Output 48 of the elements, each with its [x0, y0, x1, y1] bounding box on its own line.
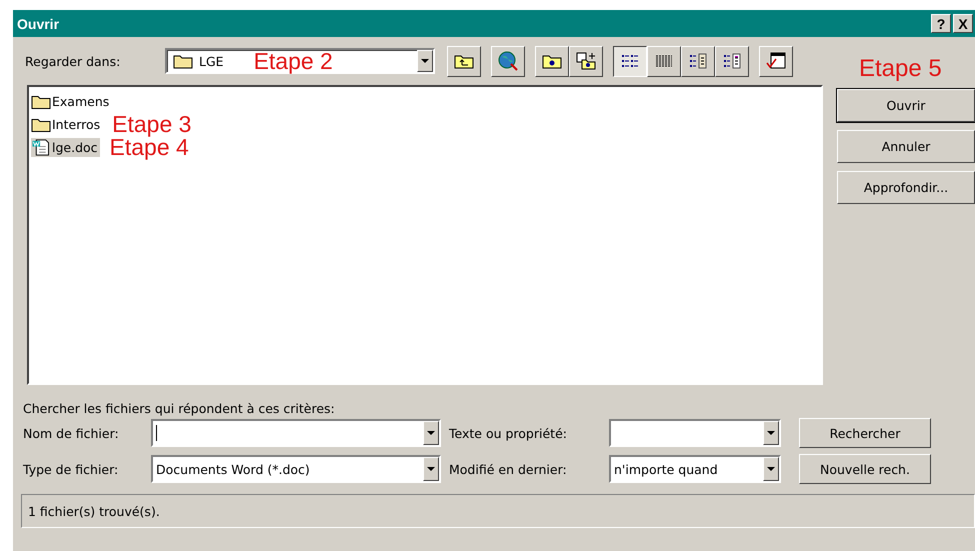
dialog-button[interactable]: Annuler — [837, 130, 975, 163]
new-folder-button[interactable] — [535, 46, 569, 76]
folder-icon — [31, 93, 51, 110]
view-button[interactable] — [613, 46, 647, 76]
view-icon — [620, 53, 640, 69]
field-label: Texte ou propriété: — [449, 426, 568, 440]
file-item[interactable]: Interros — [31, 115, 102, 134]
add-folder-icon — [576, 52, 596, 70]
field-label: Modifié en dernier: — [449, 462, 568, 476]
file-item[interactable]: lge.doc — [31, 138, 100, 157]
up-folder-button[interactable] — [447, 46, 481, 76]
folder-icon — [31, 116, 51, 133]
criteria-dropdown[interactable] — [151, 419, 441, 447]
window-title: Ouvrir — [17, 16, 60, 32]
web-search-button[interactable] — [491, 46, 525, 76]
search-heading: Chercher les fichiers qui répondent à ces critères: — [23, 401, 336, 416]
file-item[interactable]: Examens — [31, 92, 112, 111]
criteria-dropdown[interactable]: Documents Word (*.doc) — [151, 455, 441, 483]
status-text: 1 fichier(s) trouvé(s). — [28, 504, 160, 518]
up-folder-icon — [454, 53, 474, 69]
dialog-button[interactable]: Ouvrir — [837, 89, 975, 122]
tools-icon — [766, 52, 786, 70]
document-icon — [31, 139, 51, 156]
step-annotation: Etape 5 — [859, 57, 942, 81]
search-button[interactable]: Rechercher — [799, 418, 931, 448]
folder-icon — [173, 53, 193, 69]
text-cursor — [156, 425, 157, 441]
dialog-button[interactable]: Approfondir... — [837, 171, 975, 204]
step-annotation: Etape 3 — [112, 113, 192, 136]
search-button[interactable]: Nouvelle rech. — [799, 454, 931, 484]
help-button[interactable]: ? — [931, 14, 951, 33]
view-icon — [654, 53, 674, 69]
add-favorite-button[interactable] — [569, 46, 603, 76]
look-in-label: Regarder dans: — [24, 54, 122, 68]
criteria-dropdown[interactable] — [609, 419, 781, 447]
close-button[interactable]: X — [953, 14, 973, 33]
step-annotation: Etape 4 — [110, 136, 189, 159]
tools-button[interactable] — [759, 46, 793, 76]
look-in-dropdown[interactable]: LGE Etape 2 — [165, 48, 435, 74]
field-label: Nom de fichier: — [23, 426, 120, 440]
view-icon — [722, 53, 742, 69]
step-annotation: Etape 2 — [254, 50, 333, 72]
globe-search-icon — [498, 51, 518, 71]
folder-icon — [542, 53, 562, 69]
field-label: Type de fichier: — [23, 462, 120, 476]
criteria-dropdown[interactable]: n'importe quand — [609, 455, 781, 483]
look-in-value: LGE — [199, 54, 224, 68]
view-icon — [688, 53, 708, 69]
